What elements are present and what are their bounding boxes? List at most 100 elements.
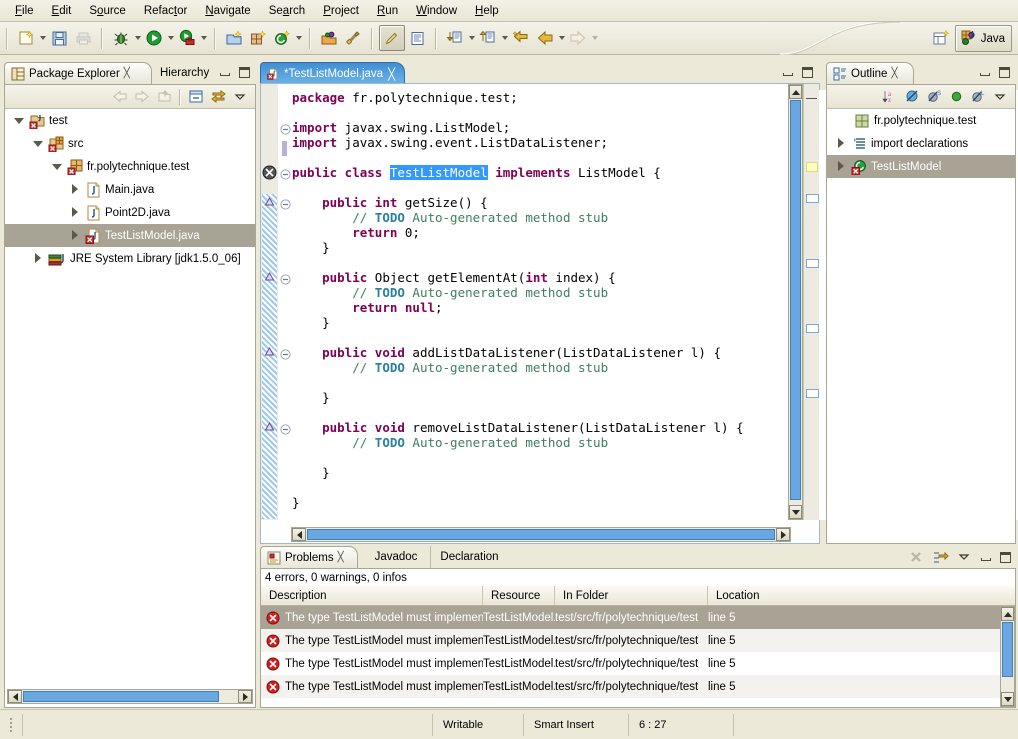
error-annotation-icon[interactable] [262, 165, 277, 180]
new-java-project-icon[interactable] [222, 26, 246, 50]
tab-problems[interactable]: Problems ╳ [260, 546, 358, 568]
twisty-icon[interactable] [69, 183, 82, 196]
open-type-icon[interactable] [317, 26, 341, 50]
overview-task-mark[interactable] [806, 389, 819, 398]
problems-vscrollbar[interactable] [1000, 606, 1015, 707]
fold-collapse-icon[interactable] [280, 424, 291, 438]
close-icon[interactable]: ╳ [338, 552, 344, 563]
previous-annotation-icon[interactable] [476, 26, 500, 50]
menu-navigate[interactable]: Navigate [196, 3, 259, 19]
vscroll-thumb[interactable] [1002, 622, 1013, 677]
minimize-button[interactable] [219, 66, 232, 79]
perspective-java-button[interactable]: Java [954, 25, 1012, 52]
menu-search[interactable]: Search [260, 3, 314, 19]
delete-icon[interactable] [905, 547, 927, 567]
problems-table-body[interactable]: The type TestListModel must implement Te… [261, 606, 1000, 706]
scroll-down-button[interactable] [1001, 692, 1014, 706]
tree-item-main-java[interactable]: Main.java [5, 178, 255, 201]
scroll-left-button[interactable] [8, 690, 22, 703]
next-annotation-dropdown-icon[interactable] [467, 26, 476, 50]
twisty-icon[interactable] [32, 252, 45, 265]
fold-collapse-icon[interactable] [280, 349, 291, 363]
twisty-icon[interactable] [835, 137, 848, 150]
outline-item-package[interactable]: fr.polytechnique.test [827, 109, 1015, 132]
open-perspective-icon[interactable] [929, 27, 955, 51]
scroll-down-button[interactable] [789, 505, 802, 519]
menu-file[interactable]: File [6, 3, 43, 19]
twisty-icon[interactable] [32, 137, 45, 150]
scroll-up-button[interactable] [1001, 607, 1014, 621]
collapse-triangle-icon[interactable] [264, 346, 275, 359]
outline-item-imports[interactable]: import declarations [827, 132, 1015, 155]
twisty-icon[interactable] [835, 160, 848, 173]
view-menu-icon[interactable] [953, 547, 975, 567]
next-annotation-icon[interactable] [443, 26, 467, 50]
table-row[interactable]: The type TestListModel must implement Te… [261, 606, 1000, 629]
close-icon[interactable]: ╳ [124, 68, 130, 79]
editor-tab-testlistmodel[interactable]: *TestListModel.java ╳ [260, 62, 405, 85]
last-edit-location-icon[interactable] [509, 26, 533, 50]
menu-help[interactable]: Help [466, 3, 508, 19]
menu-source[interactable]: Source [80, 3, 134, 19]
scroll-left-button[interactable] [292, 528, 306, 541]
tab-javadoc[interactable]: Javadoc [366, 546, 428, 568]
overview-task-mark[interactable] [806, 324, 819, 333]
view-menu-icon[interactable] [989, 87, 1011, 107]
new-class-icon[interactable] [270, 26, 294, 50]
collapse-triangle-icon[interactable] [264, 271, 275, 284]
up-icon[interactable] [153, 87, 175, 107]
view-menu-icon[interactable] [229, 87, 251, 107]
external-tools-dropdown-icon[interactable] [199, 26, 208, 50]
tree-item-jre-library[interactable]: JRE System Library [jdk1.5.0_06] [5, 247, 255, 270]
package-explorer-hscrollbar[interactable] [7, 689, 253, 704]
collapse-all-icon[interactable] [185, 87, 207, 107]
filters-icon[interactable] [929, 547, 951, 567]
tree-item-point2d-java[interactable]: Point2D.java [5, 201, 255, 224]
maximize-button[interactable] [999, 551, 1012, 564]
vscroll-thumb[interactable] [790, 100, 801, 500]
tab-declaration[interactable]: Declaration [430, 546, 510, 568]
editor-overview-ruler[interactable] [803, 84, 819, 520]
column-header-description[interactable]: Description [261, 586, 483, 605]
new-package-icon[interactable] [246, 26, 270, 50]
column-header-location[interactable]: Location [708, 586, 1000, 605]
menu-run[interactable]: Run [368, 3, 407, 19]
table-row[interactable]: The type TestListModel must implement Te… [261, 629, 1000, 652]
menu-refactor[interactable]: Refactor [135, 3, 196, 19]
scroll-right-button[interactable] [776, 528, 790, 541]
table-row[interactable]: The type TestListModel must implement Te… [261, 652, 1000, 675]
previous-annotation-dropdown-icon[interactable] [500, 26, 509, 50]
tab-outline[interactable]: Outline ╳ [826, 62, 914, 84]
new-class-dropdown-icon[interactable] [294, 26, 303, 50]
tree-item-testlistmodel-java[interactable]: TestListModel.java [5, 224, 255, 247]
collapse-triangle-icon[interactable] [264, 196, 275, 209]
editor-vscrollbar[interactable] [788, 84, 803, 520]
close-icon[interactable]: ╳ [891, 68, 897, 79]
search-icon[interactable] [341, 26, 365, 50]
hide-static-icon[interactable]: S [923, 87, 945, 107]
editor-hscrollbar[interactable] [291, 527, 791, 542]
fold-collapse-icon[interactable] [280, 169, 291, 183]
hscroll-thumb[interactable] [23, 691, 219, 702]
fold-collapse-icon[interactable] [280, 124, 291, 138]
tree-item-source-folder[interactable]: src [5, 132, 255, 155]
menu-edit[interactable]: Edit [43, 3, 81, 19]
back-icon[interactable] [109, 87, 131, 107]
sort-icon[interactable]: a z [879, 87, 901, 107]
toggle-mark-occurrences-icon[interactable] [379, 25, 405, 51]
editor-folding-ruler[interactable] [278, 84, 292, 520]
run-dropdown-icon[interactable] [166, 26, 175, 50]
menu-window[interactable]: Window [407, 3, 466, 19]
hscroll-thumb[interactable] [307, 529, 775, 540]
back-icon[interactable] [533, 26, 557, 50]
close-icon[interactable]: ╳ [388, 67, 395, 81]
hide-non-public-icon[interactable] [945, 87, 967, 107]
maximize-button[interactable] [998, 66, 1011, 79]
debug-icon[interactable] [109, 26, 133, 50]
hide-fields-icon[interactable] [901, 87, 923, 107]
outline-tree[interactable]: fr.polytechnique.test import declaration… [827, 109, 1015, 543]
debug-dropdown-icon[interactable] [133, 26, 142, 50]
twisty-icon[interactable] [13, 114, 26, 127]
save-icon[interactable] [47, 26, 71, 50]
link-with-editor-icon[interactable] [207, 87, 229, 107]
